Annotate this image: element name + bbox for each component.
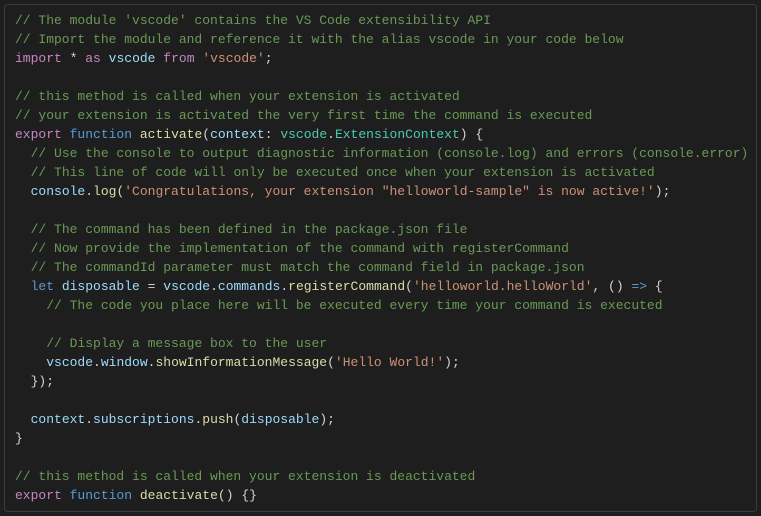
var-disposable: disposable xyxy=(62,279,140,294)
function-showinformationmessage: showInformationMessage xyxy=(155,355,327,370)
function-deactivate: deactivate xyxy=(140,488,218,503)
keyword-export: export xyxy=(15,127,62,142)
paren-close: ) xyxy=(444,355,452,370)
dot: . xyxy=(210,279,218,294)
var-vscode: vscode xyxy=(109,51,156,66)
paren-open: ( xyxy=(405,279,413,294)
function-push: push xyxy=(202,412,233,427)
paren-open: ( xyxy=(327,355,335,370)
brace-open: { xyxy=(475,127,483,142)
function-log: log xyxy=(93,184,116,199)
semicolon: ; xyxy=(327,412,335,427)
code-block: // The module 'vscode' contains the VS C… xyxy=(4,4,757,512)
equals: = xyxy=(148,279,156,294)
keyword-import: import xyxy=(15,51,62,66)
comment: // The module 'vscode' contains the VS C… xyxy=(15,13,491,28)
keyword-export: export xyxy=(15,488,62,503)
function-registercommand: registerCommand xyxy=(288,279,405,294)
var-disposable: disposable xyxy=(241,412,319,427)
paren-close: ) xyxy=(616,279,624,294)
string-hello: 'Hello World!' xyxy=(335,355,444,370)
dot: . xyxy=(85,412,93,427)
paren-close: ) xyxy=(226,488,234,503)
type-extensioncontext: ExtensionContext xyxy=(335,127,460,142)
dot: . xyxy=(280,279,288,294)
comment: // The code you place here will be execu… xyxy=(46,298,662,313)
brace-close: } xyxy=(15,431,23,446)
paren-open: ( xyxy=(202,127,210,142)
comma: , xyxy=(592,279,600,294)
comment: // Import the module and reference it wi… xyxy=(15,32,624,47)
comment: // The command has been defined in the p… xyxy=(31,222,468,237)
prop-commands: commands xyxy=(218,279,280,294)
colon: : xyxy=(265,127,273,142)
paren-close: ) xyxy=(655,184,663,199)
keyword-function: function xyxy=(70,127,132,142)
dot: . xyxy=(93,355,101,370)
keyword-function: function xyxy=(70,488,132,503)
string-cmdid: 'helloworld.helloWorld' xyxy=(413,279,592,294)
prop-subscriptions: subscriptions xyxy=(93,412,194,427)
var-console: console xyxy=(31,184,86,199)
comment: // this method is called when your exten… xyxy=(15,89,460,104)
paren-close: ) xyxy=(460,127,468,142)
semicolon: ; xyxy=(452,355,460,370)
semicolon: ; xyxy=(265,51,273,66)
param-context: context xyxy=(210,127,265,142)
function-activate: activate xyxy=(140,127,202,142)
brace-open: { xyxy=(241,488,249,503)
semicolon: ; xyxy=(663,184,671,199)
paren-close: ) xyxy=(319,412,327,427)
param-context: context xyxy=(31,412,86,427)
comment: // Now provide the implementation of the… xyxy=(31,241,569,256)
dot: . xyxy=(85,184,93,199)
prop-window: window xyxy=(101,355,148,370)
paren-open: ( xyxy=(608,279,616,294)
semicolon: ; xyxy=(46,374,54,389)
var-vscode: vscode xyxy=(46,355,93,370)
dot: . xyxy=(327,127,335,142)
paren-open: ( xyxy=(218,488,226,503)
keyword-as: as xyxy=(85,51,101,66)
namespace-vscode: vscode xyxy=(280,127,327,142)
string-module: 'vscode' xyxy=(202,51,264,66)
comment: // The commandId parameter must match th… xyxy=(31,260,585,275)
star: * xyxy=(70,51,78,66)
keyword-from: from xyxy=(163,51,194,66)
keyword-let: let xyxy=(31,279,54,294)
comment: // this method is called when your exten… xyxy=(15,469,475,484)
brace-open: { xyxy=(655,279,663,294)
string-congrats: 'Congratulations, your extension "hellow… xyxy=(124,184,655,199)
comment: // Use the console to output diagnostic … xyxy=(31,146,749,161)
var-vscode: vscode xyxy=(163,279,210,294)
comment: // your extension is activated the very … xyxy=(15,108,592,123)
brace-close: } xyxy=(249,488,257,503)
arrow: => xyxy=(631,279,647,294)
comment: // This line of code will only be execut… xyxy=(31,165,655,180)
comment: // Display a message box to the user xyxy=(46,336,327,351)
